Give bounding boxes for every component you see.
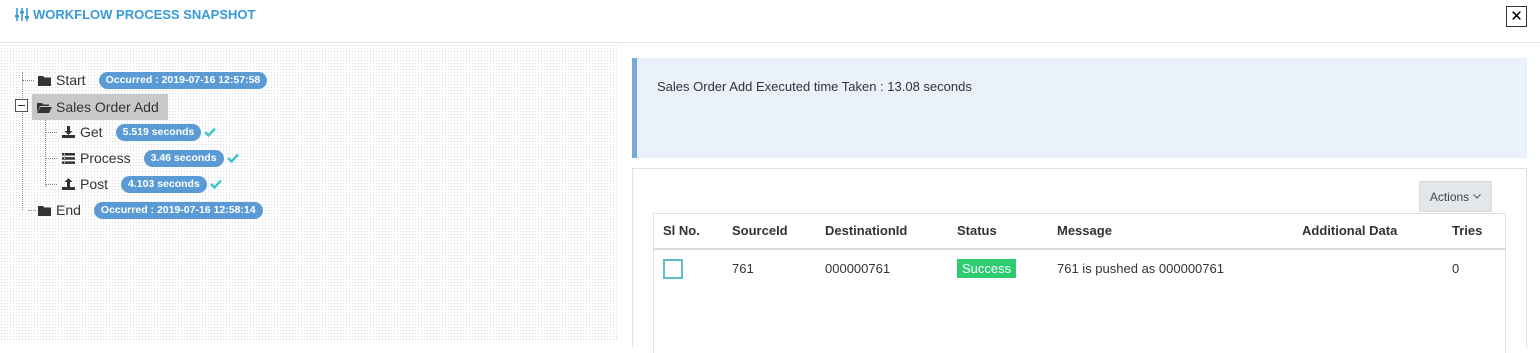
column-header-sl-no: Sl No.	[653, 213, 722, 250]
message-cell: 761 is pushed as 000000761	[1057, 261, 1224, 276]
column-header-source-id: SourceId	[722, 213, 815, 250]
occurred-badge: Occurred : 2019-07-16 12:58:14	[93, 201, 263, 219]
status-cell: Success	[947, 249, 1047, 287]
occurred-badge: Occurred : 2019-07-16 12:57:58	[98, 71, 268, 89]
list-icon	[60, 152, 76, 164]
folder-icon	[36, 75, 52, 86]
check-icon	[204, 127, 217, 137]
tree-node-label: End	[56, 202, 81, 218]
tree-node-get[interactable]: Get 5.519 seconds	[60, 121, 217, 143]
check-icon	[226, 153, 239, 163]
upload-icon	[60, 178, 76, 190]
tree-node-label: Process	[80, 150, 131, 166]
workflow-tree: Start Occurred : 2019-07-16 12:57:58 Sal…	[0, 44, 617, 340]
close-icon: ✕	[1510, 8, 1523, 25]
row-checkbox[interactable]	[663, 258, 683, 279]
table-row: 761 000000761 Success 761 is pushed as 0…	[653, 249, 1506, 287]
chevron-down-icon	[1473, 194, 1482, 199]
additional-data-cell	[1292, 249, 1442, 287]
tree-node-label: Post	[80, 176, 109, 192]
folder-icon	[36, 205, 52, 216]
results-table: Sl No. SourceId DestinationId Status Mes…	[653, 213, 1506, 287]
tree-node-end[interactable]: End Occurred : 2019-07-16 12:58:14	[36, 199, 263, 221]
status-badge: Success	[957, 259, 1017, 278]
column-header-status: Status	[947, 213, 1047, 250]
tree-node-sales-order-add[interactable]: Sales Order Add	[32, 94, 168, 120]
duration-badge: 3.46 seconds	[143, 149, 224, 167]
check-icon	[209, 179, 222, 189]
column-header-destination-id: DestinationId	[815, 213, 947, 250]
column-header-message: Message	[1047, 213, 1292, 250]
tree-node-label: Start	[56, 72, 86, 88]
duration-badge: 5.519 seconds	[115, 123, 202, 141]
dialog-title: WORKFLOW PROCESS SNAPSHOT	[15, 7, 255, 22]
actions-dropdown-button[interactable]: Actions	[1419, 181, 1492, 212]
actions-label: Actions	[1429, 189, 1470, 204]
tree-node-label: Sales Order Add	[56, 99, 159, 115]
dialog-header: WORKFLOW PROCESS SNAPSHOT ✕	[0, 0, 1540, 43]
execution-info-text: Sales Order Add Executed time Taken : 13…	[657, 79, 972, 94]
execution-info-panel: Sales Order Add Executed time Taken : 13…	[632, 58, 1527, 158]
row-select-cell	[653, 249, 722, 287]
tries-cell: 0	[1452, 261, 1460, 276]
download-icon	[60, 126, 76, 138]
folder-open-icon	[36, 102, 52, 113]
collapse-toggle[interactable]	[15, 99, 28, 112]
tree-node-label: Get	[80, 124, 103, 140]
table-header-row: Sl No. SourceId DestinationId Status Mes…	[653, 213, 1506, 250]
column-header-additional-data: Additional Data	[1292, 213, 1442, 250]
tree-node-process[interactable]: Process 3.46 seconds	[60, 147, 239, 169]
results-card: Actions Sl No. SourceId DestinationId St…	[632, 168, 1527, 353]
column-header-tries: Tries	[1442, 213, 1506, 250]
source-id-cell: 761	[732, 261, 754, 276]
duration-badge: 4.103 seconds	[121, 175, 207, 193]
close-button[interactable]: ✕	[1506, 6, 1527, 27]
dialog-title-text: WORKFLOW PROCESS SNAPSHOT	[33, 7, 256, 22]
tree-node-start[interactable]: Start Occurred : 2019-07-16 12:57:58	[36, 69, 268, 91]
sliders-icon	[15, 8, 29, 21]
destination-id-cell: 000000761	[825, 261, 891, 276]
tree-node-post[interactable]: Post 4.103 seconds	[60, 173, 222, 195]
